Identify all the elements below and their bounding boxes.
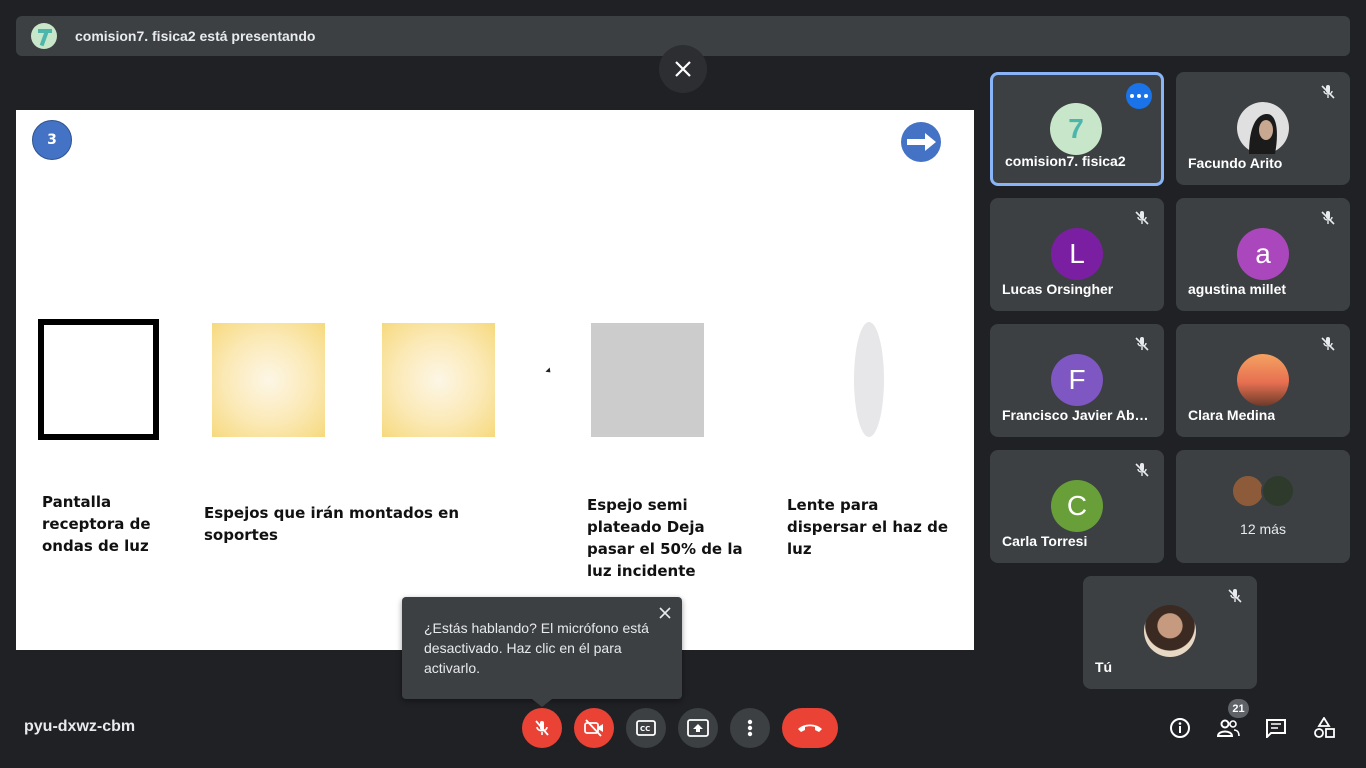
present-now-button[interactable] [678,708,718,748]
tooltip-close-button[interactable] [658,606,672,620]
participant-name: agustina millet [1188,281,1287,297]
avatar: C [1051,480,1103,532]
more-options-icon [747,719,753,737]
participant-tile[interactable]: a agustina millet [1176,198,1350,311]
avatar: a [1237,228,1289,280]
mic-muted-tooltip: ¿Estás hablando? El micrófono está desac… [402,597,682,707]
camera-toggle-button[interactable] [574,708,614,748]
chat-icon [1266,719,1286,738]
close-icon [675,61,691,77]
avatar [1237,354,1289,406]
chat-button[interactable] [1264,716,1288,740]
presentation-slide: 3 Pantalla receptora de ondas de luz Esp… [16,110,974,650]
hang-up-icon [798,724,822,732]
participant-tile[interactable]: F Francisco Javier Abr… [990,324,1164,437]
arrow-right-icon [907,133,936,151]
svg-text:CC: CC [640,725,650,733]
participant-tile-self[interactable]: Tú [1083,576,1257,689]
close-icon [659,607,671,619]
mirror-shape-2 [382,323,495,437]
people-button[interactable] [1216,716,1240,740]
mic-off-icon [1318,82,1338,102]
mic-off-icon [1225,586,1245,606]
participant-name: Carla Torresi [1002,533,1088,549]
tooltip-text: ¿Estás hablando? El micrófono está desac… [424,620,649,676]
more-options-button[interactable] [730,708,770,748]
mic-toggle-button[interactable] [522,708,562,748]
caption-mirrors: Espejos que irán montados en soportes [204,504,460,544]
participant-tile[interactable]: C Carla Torresi [990,450,1164,563]
caption-semi-mirror: Espejo semi plateado Deja pasar el 50% d… [587,496,743,580]
avatar [1237,102,1289,154]
participant-name: Francisco Javier Abr… [1002,407,1152,423]
avatar [1231,474,1265,508]
participant-name: Lucas Orsingher [1002,281,1114,297]
semi-mirror-shape [591,323,704,437]
participant-tile[interactable]: Facundo Arito [1176,72,1350,185]
lens-shape [854,322,884,437]
participant-name: comision7. fisica2 [1005,153,1126,169]
participant-tile-presenter[interactable]: 7 comision7. fisica2 [990,72,1164,186]
slide-next-button[interactable] [901,122,941,162]
mic-off-icon [1132,460,1152,480]
avatar: 7 [1050,103,1102,155]
mouse-cursor [545,367,553,375]
screen-shape [38,319,159,440]
mic-off-icon [1132,334,1152,354]
present-icon [687,719,709,737]
participant-name: Facundo Arito [1188,155,1283,171]
participant-name: Tú [1095,659,1113,675]
presenter-avatar [31,23,57,49]
activities-button[interactable] [1312,716,1336,740]
avatar: L [1051,228,1103,280]
participant-name: Clara Medina [1188,407,1276,423]
caption-screen: Pantalla receptora de ondas de luz [42,493,151,555]
participant-tile[interactable]: L Lucas Orsingher [990,198,1164,311]
close-presentation-button[interactable] [659,45,707,93]
mic-off-icon [535,720,549,736]
captions-icon: CC [636,720,656,736]
people-count-badge: 21 [1228,699,1249,718]
avatar [1261,474,1295,508]
more-options-button[interactable] [1126,83,1152,109]
slide-number-badge: 3 [32,120,72,160]
activities-icon [1314,717,1335,738]
mic-off-icon [1318,334,1338,354]
mic-off-icon [1132,208,1152,228]
meeting-code: pyu-dxwz-cbm [24,718,136,735]
participant-tile[interactable]: Clara Medina [1176,324,1350,437]
more-participants-tile[interactable]: 12 más [1176,450,1350,563]
avatar: F [1051,354,1103,406]
avatar [1144,605,1196,657]
presenting-text: comision7. fisica2 está presentando [75,28,316,44]
camera-off-icon [584,719,603,737]
captions-button[interactable]: CC [626,708,666,748]
meeting-details-button[interactable] [1168,716,1192,740]
people-icon [1216,719,1240,737]
mic-off-icon [1318,208,1338,228]
leave-call-button[interactable] [782,708,838,748]
tooltip-arrow [532,699,552,707]
info-icon [1170,718,1190,738]
mirror-shape-1 [212,323,325,437]
caption-lens: Lente para dispersar el haz de luz [787,496,948,558]
more-participants-label: 12 más [1240,521,1286,537]
